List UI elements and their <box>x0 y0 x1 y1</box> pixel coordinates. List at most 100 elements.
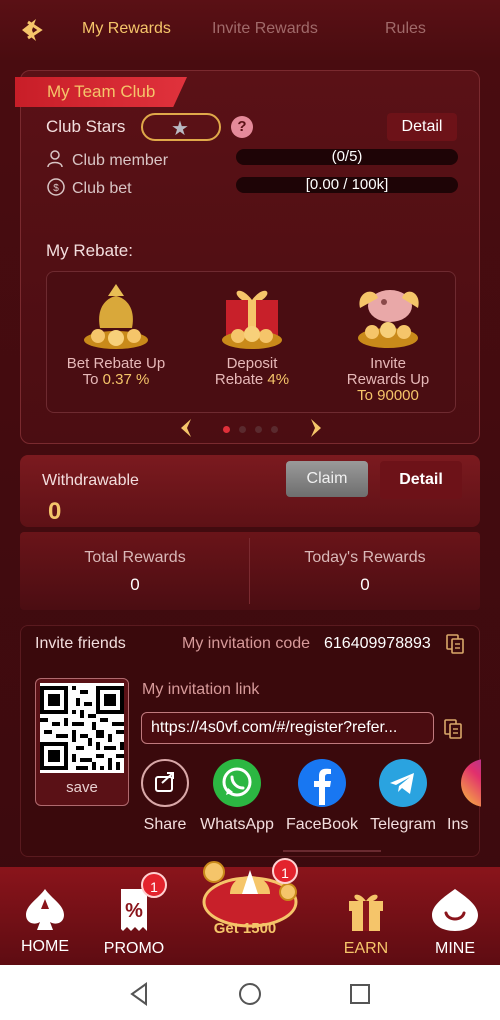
back-button[interactable] <box>14 14 46 46</box>
rebate-item-deposit[interactable]: Deposit Rebate 4% <box>187 278 317 388</box>
rebate-text-bet: Bet Rebate Up To 0.37 % <box>51 356 181 388</box>
rebate-deposit-line2a: Rebate <box>214 371 268 388</box>
rebate-bet-line1: Bet Rebate Up <box>66 355 166 372</box>
club-bet-progress: [0.00 / 100k] <box>236 177 458 193</box>
star-icon: ★ <box>171 118 189 140</box>
svg-text:$: $ <box>53 183 59 194</box>
withdraw-detail-button[interactable]: Detail <box>380 461 462 499</box>
rebate-label: My Rebate: <box>46 241 133 260</box>
team-club-card: My Team Club Club Stars ★ ? Detail Club … <box>15 70 480 444</box>
top-bar: My Rewards Invite Rewards Rules <box>0 0 500 60</box>
claim-button[interactable]: Claim <box>286 461 368 497</box>
share-label: Share <box>143 816 187 833</box>
invitation-code-value: 616409978893 <box>324 635 431 652</box>
todays-rewards: Today's Rewards 0 <box>250 549 480 595</box>
gift-box-icon <box>222 290 282 349</box>
rebate-bet-value: 0.37 % <box>102 371 150 388</box>
instagram-label: Ins <box>447 816 469 833</box>
rebate-invite-line2a: Rewards Up <box>346 371 430 388</box>
pager-dot[interactable] <box>255 426 262 433</box>
nav-home[interactable]: HOME <box>5 887 85 956</box>
rewards-screen: My Rewards Invite Rewards Rules My Team … <box>0 0 500 965</box>
invitation-link-field[interactable]: https://4s0vf.com/#/register?refer... <box>141 712 434 744</box>
club-bet-value: [0.00 / 100k] <box>305 176 389 193</box>
invite-friends-label: Invite friends <box>35 635 126 652</box>
chevron-right-icon[interactable] <box>305 417 325 439</box>
system-home-icon[interactable] <box>236 980 264 1008</box>
center-badge: 1 <box>272 858 298 884</box>
rebate-bet-line2a: To <box>82 371 103 388</box>
pager-dot[interactable] <box>223 426 230 433</box>
rebate-pager <box>177 417 327 439</box>
total-rewards-label: Total Rewards <box>84 549 186 566</box>
withdrawable-label: Withdrawable <box>42 472 139 489</box>
tab-rules[interactable]: Rules <box>385 20 426 38</box>
telegram-share-button[interactable]: Telegram <box>363 759 443 834</box>
club-member-label: Club member <box>72 152 169 169</box>
club-stars-indicator: ★ <box>141 113 221 141</box>
club-member-row: Club member <box>46 149 168 170</box>
gift-icon <box>349 894 383 931</box>
rebate-deposit-line1: Deposit <box>226 355 278 372</box>
center-promo-label: Get 1500 <box>213 920 277 937</box>
club-bet-row: $ Club bet <box>46 177 132 198</box>
club-title: My Team Club <box>15 77 187 107</box>
telegram-label: Telegram <box>370 816 436 833</box>
withdrawable-panel: Withdrawable 0 Claim Detail <box>20 455 480 527</box>
svg-text:%: % <box>125 900 143 922</box>
facebook-share-button[interactable]: FaceBook <box>282 759 362 834</box>
nav-home-label: HOME <box>21 938 69 955</box>
whatsapp-label: WhatsApp <box>200 816 274 833</box>
spade-home-icon <box>26 889 64 930</box>
money-bag-icon <box>84 284 148 349</box>
instagram-share-button[interactable]: Ins <box>441 759 481 834</box>
copy-icon[interactable] <box>445 633 465 655</box>
mine-icon <box>432 889 478 931</box>
rebate-invite-line1: Invite <box>370 355 406 372</box>
rebate-text-invite: Invite Rewards Up To 90000 <box>323 356 453 404</box>
invitation-code-label: My invitation code <box>182 635 311 652</box>
tab-invite-rewards[interactable]: Invite Rewards <box>212 20 318 38</box>
club-member-value: (0/5) <box>331 148 363 165</box>
share-icon <box>141 759 189 807</box>
share-button[interactable]: Share <box>125 759 205 834</box>
rebate-deposit-value: 4% <box>267 371 290 388</box>
instagram-icon <box>461 759 481 807</box>
rebate-carousel[interactable]: Bet Rebate Up To 0.37 % Deposit Rebate 4… <box>46 271 456 413</box>
coin-icon: $ <box>47 178 65 196</box>
club-bet-label: Club bet <box>72 180 132 197</box>
rebate-invite-value: To 90000 <box>357 387 419 404</box>
invitation-link-label: My invitation link <box>142 681 260 698</box>
tab-my-rewards[interactable]: My Rewards <box>82 20 171 38</box>
nav-mine-label: MINE <box>435 940 475 957</box>
help-icon[interactable]: ? <box>231 116 253 138</box>
nav-earn[interactable]: EARN <box>326 887 406 958</box>
system-back-icon[interactable] <box>126 980 154 1008</box>
qr-save-button[interactable]: save <box>36 779 128 796</box>
pager-dot[interactable] <box>271 426 278 433</box>
qr-code <box>40 683 124 773</box>
back-arrow-icon <box>22 19 43 41</box>
piggy-bank-icon <box>358 290 419 348</box>
whatsapp-icon <box>213 759 261 807</box>
club-detail-button[interactable]: Detail <box>387 113 457 141</box>
whatsapp-share-button[interactable]: WhatsApp <box>197 759 277 834</box>
nav-promo[interactable]: % PROMO <box>94 887 174 958</box>
total-rewards-value: 0 <box>130 575 140 594</box>
system-recents-icon[interactable] <box>346 980 374 1008</box>
copy-icon[interactable] <box>443 718 463 740</box>
rebate-item-bet[interactable]: Bet Rebate Up To 0.37 % <box>51 278 181 388</box>
user-icon <box>47 150 63 168</box>
nav-mine[interactable]: MINE <box>415 887 495 958</box>
withdrawable-value: 0 <box>48 498 62 525</box>
todays-rewards-value: 0 <box>360 575 370 594</box>
club-member-progress: (0/5) <box>236 149 458 165</box>
pager-dot[interactable] <box>239 426 246 433</box>
total-rewards: Total Rewards 0 <box>20 549 250 595</box>
chevron-left-icon[interactable] <box>177 417 197 439</box>
rebate-text-deposit: Deposit Rebate 4% <box>187 356 317 388</box>
invite-friends-card: Invite friends My invitation code 616409… <box>20 625 481 857</box>
qr-code-box[interactable]: save <box>35 678 129 806</box>
nav-earn-label: EARN <box>343 940 389 957</box>
rebate-item-invite[interactable]: Invite Rewards Up To 90000 <box>323 278 453 404</box>
